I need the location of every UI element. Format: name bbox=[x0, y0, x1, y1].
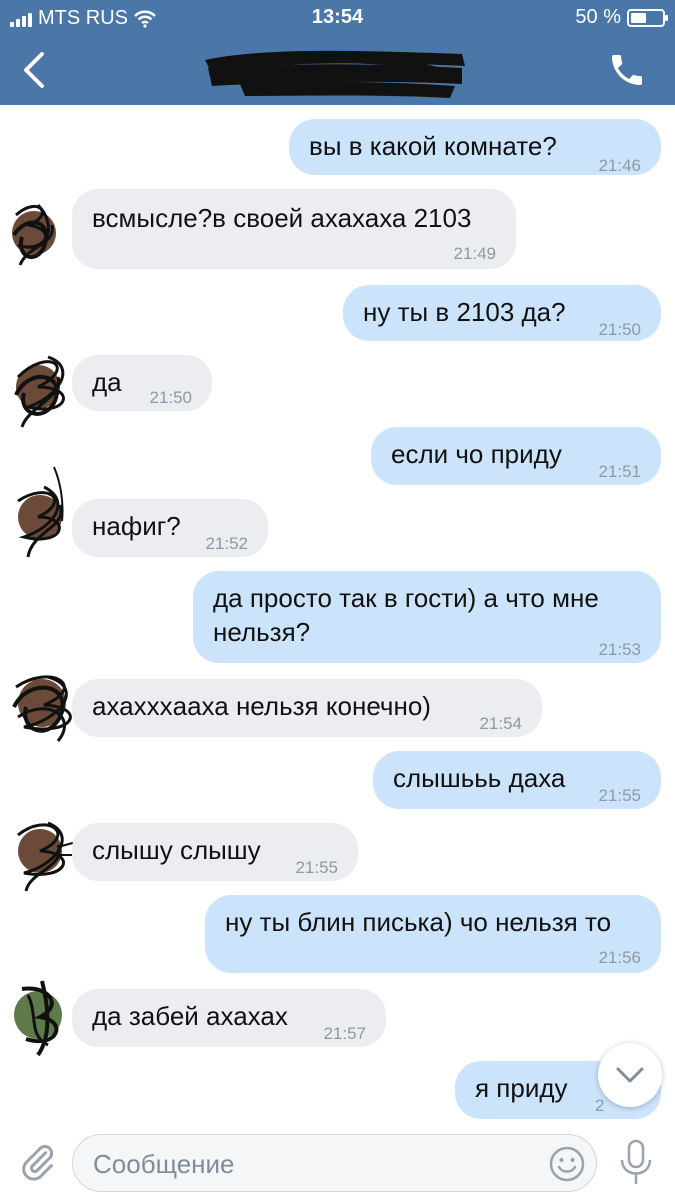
message-text: да забей ахахах bbox=[92, 1001, 288, 1031]
message-text: я приду bbox=[475, 1073, 568, 1103]
paperclip-icon bbox=[22, 1145, 54, 1181]
message-text: нафиг? bbox=[92, 511, 181, 541]
battery-icon bbox=[627, 8, 668, 27]
message-time: 21:46 bbox=[598, 156, 641, 175]
call-button[interactable] bbox=[607, 50, 647, 90]
contact-avatar[interactable] bbox=[8, 801, 82, 893]
message-composer bbox=[0, 1120, 675, 1200]
message-time: 21:50 bbox=[149, 388, 192, 407]
message-text: вы в какой комнате? bbox=[309, 131, 557, 161]
message-text: да bbox=[92, 367, 122, 397]
message-incoming[interactable]: да 21:50 bbox=[72, 355, 212, 411]
contact-avatar[interactable] bbox=[8, 975, 74, 1059]
message-incoming[interactable]: нафиг? 21:52 bbox=[72, 499, 268, 557]
battery-percent: 50 % bbox=[575, 6, 621, 28]
phone-icon bbox=[612, 55, 642, 85]
message-time: 21:55 bbox=[598, 786, 641, 805]
message-time: 21:55 bbox=[295, 858, 338, 877]
chat-header: MTS RUS 13:54 50 % bbox=[0, 0, 675, 105]
message-text: ну ты в 2103 да? bbox=[363, 297, 566, 327]
clock: 13:54 bbox=[311, 6, 364, 28]
battery-area: 50 % bbox=[575, 6, 668, 29]
smiley-icon bbox=[549, 1146, 585, 1182]
message-input[interactable] bbox=[93, 1144, 533, 1184]
message-input-wrapper bbox=[72, 1134, 597, 1192]
scroll-to-bottom-button[interactable] bbox=[598, 1043, 662, 1107]
contact-avatar[interactable] bbox=[8, 461, 78, 561]
message-text: ахаххxааха нельзя конечно) bbox=[92, 691, 431, 721]
message-incoming[interactable]: да забей ахахах 21:57 bbox=[72, 989, 386, 1047]
message-time: 21:49 bbox=[453, 244, 496, 263]
conversation-title-scribble bbox=[205, 50, 465, 98]
message-outgoing[interactable]: ну ты блин писька) чо нельзя то 21:56 bbox=[205, 895, 661, 973]
message-time: 21:57 bbox=[323, 1024, 366, 1043]
message-outgoing[interactable]: да просто так в гости) а что мне нельзя?… bbox=[193, 571, 661, 663]
message-text: слышььь даха bbox=[393, 763, 566, 793]
message-list[interactable]: вы в какой комнате? 21:46 всмысле?в свое… bbox=[0, 105, 675, 1120]
message-time: 21:53 bbox=[598, 640, 641, 659]
message-incoming[interactable]: слышу слышу 21:55 bbox=[72, 823, 358, 881]
microphone-icon bbox=[620, 1139, 652, 1184]
message-text: слышу слышу bbox=[92, 835, 261, 865]
message-time: 21:51 bbox=[598, 462, 641, 481]
message-time: 2 bbox=[595, 1096, 605, 1115]
emoji-button[interactable] bbox=[548, 1145, 586, 1183]
status-bar: MTS RUS 13:54 50 % bbox=[0, 0, 675, 36]
message-text: если чо приду bbox=[391, 439, 562, 469]
message-time: 21:52 bbox=[205, 534, 248, 553]
message-outgoing[interactable]: слышььь даха 21:55 bbox=[373, 751, 661, 809]
message-time: 21:56 bbox=[598, 948, 641, 967]
message-time: 21:54 bbox=[479, 714, 522, 733]
message-incoming[interactable]: всмысле?в своей ахахаха 2103 21:49 bbox=[72, 189, 516, 269]
message-text: всмысле?в своей ахахаха 2103 bbox=[92, 203, 472, 233]
message-incoming[interactable]: ахаххxааха нельзя конечно) 21:54 bbox=[72, 679, 542, 737]
message-outgoing[interactable]: если чо приду 21:51 bbox=[371, 427, 661, 485]
attach-button[interactable] bbox=[18, 1140, 58, 1184]
message-text-line2: нельзя? bbox=[213, 617, 311, 647]
contact-avatar[interactable] bbox=[8, 185, 66, 275]
message-time: 21:50 bbox=[598, 320, 641, 339]
chevron-down-icon bbox=[616, 1067, 644, 1083]
message-text: ну ты блин писька) чо нельзя то bbox=[225, 907, 612, 937]
chevron-left-icon bbox=[24, 52, 44, 88]
back-button[interactable] bbox=[14, 48, 54, 92]
voice-message-button[interactable] bbox=[616, 1138, 656, 1188]
message-outgoing[interactable]: ну ты в 2103 да? 21:50 bbox=[343, 285, 661, 341]
message-outgoing[interactable]: вы в какой комнате? 21:46 bbox=[289, 119, 661, 175]
message-text-line1: да просто так в гости) а что мне bbox=[213, 583, 599, 613]
